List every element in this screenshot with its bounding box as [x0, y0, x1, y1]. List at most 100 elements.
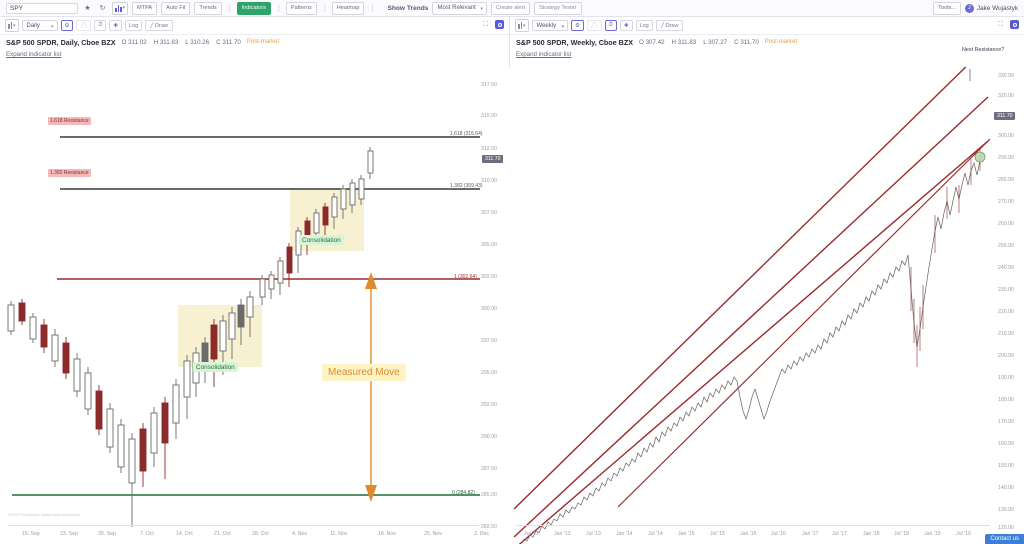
relevance-select[interactable]: Most Relevant ▾ [432, 1, 487, 15]
right-open-label: O [639, 38, 644, 46]
ry-tick-190: 190.00 [998, 375, 1014, 381]
x-tick-11: 2. Dec [474, 531, 489, 537]
create-alert-button[interactable]: Create alert [490, 1, 531, 15]
right-toolbar-right: ⛶ [998, 20, 1019, 29]
toolbar-button-trends[interactable]: Trends [194, 1, 222, 15]
right-high-value: 311.83 [677, 38, 697, 46]
ry-tick-280: 280.00 [998, 177, 1014, 183]
rx-tick-10: Jul '17 [832, 531, 847, 537]
ry-tick-120: 120.00 [998, 525, 1014, 531]
toolbar-button-mtpa[interactable]: MTPA [132, 1, 158, 15]
patterns-overflow-icon[interactable]: ⋮ [321, 5, 328, 12]
left-settings-button[interactable]: ⚙ [60, 20, 74, 31]
right-plot-area[interactable]: Next Resistance? 311.70 330.00 320.00 30… [510, 47, 1024, 544]
rx-tick-12: Jul '18 [894, 531, 909, 537]
left-draw-label: Draw [155, 22, 168, 29]
right-clock-button[interactable]: ⏱ [604, 20, 617, 31]
right-chart-svg [510, 67, 1024, 544]
right-x-axis-line [516, 525, 990, 526]
chart-panes: ▾ Daily ▾ ⚙ ╱╲ ⏱ ✚ Log ╱ Draw ⛶ S&P 500 … [0, 17, 1024, 544]
right-expand-indicator-list[interactable]: Expand indicator list [510, 49, 1024, 60]
strategy-tester-button[interactable]: Strategy Tester [534, 1, 582, 15]
annotation-measured-move: Measured Move [322, 364, 406, 381]
y-tick-285-00: 285.00 [481, 492, 497, 498]
left-open: O 311.02 [122, 39, 147, 46]
y-tick-282-50: 282.50 [481, 524, 497, 530]
current-price-marker [974, 151, 986, 163]
ry-tick-170: 170.00 [998, 419, 1014, 425]
right-layout-icon[interactable]: ▾ [515, 19, 529, 32]
left-log-scale-button[interactable]: Log [124, 20, 143, 31]
rx-tick-8: Jul '16 [771, 531, 786, 537]
camera-icon[interactable] [1010, 20, 1019, 29]
ry-tick-240: 240.00 [998, 265, 1014, 271]
left-measure-button[interactable]: ╱╲ [76, 20, 92, 31]
level-tag-1382[interactable]: 1.382 Resistance [48, 169, 91, 177]
left-timeframe-value: Daily [26, 22, 40, 29]
y-tick-287-50: 287.50 [481, 466, 497, 472]
left-chart-toolbar: ▾ Daily ▾ ⚙ ╱╲ ⏱ ✚ Log ╱ Draw ⛶ [0, 17, 509, 35]
ry-tick-260: 260.00 [998, 221, 1014, 227]
right-magnet-button[interactable]: ✚ [619, 20, 633, 31]
left-clock-button[interactable]: ⏱ [94, 20, 107, 31]
left-magnet-button[interactable]: ✚ [109, 20, 122, 31]
left-expand-indicator-list[interactable]: Expand indicator list [0, 49, 509, 60]
level-value-0: 0 (284.82) [452, 490, 475, 496]
ry-tick-210: 210.00 [998, 331, 1014, 337]
right-low: L 307.27 [703, 39, 727, 46]
ry-tick-200: 200.00 [998, 353, 1014, 359]
chart-type-picker[interactable]: ▾ [112, 1, 129, 15]
fullscreen-icon[interactable]: ⛶ [998, 21, 1006, 29]
symbol-input[interactable] [6, 2, 78, 14]
annotation-next-resistance: Next Resistance? [962, 47, 1005, 53]
right-timeframe-select[interactable]: Weekly ▾ [531, 20, 569, 31]
ry-tick-300: 300.00 [998, 133, 1014, 139]
left-low-value: 310.26 [190, 38, 210, 46]
right-settings-button[interactable]: ⚙ [571, 20, 585, 31]
y-tick-310-00: 310.00 [481, 178, 497, 184]
ry-tick-130: 130.00 [998, 507, 1014, 513]
y-tick-292-50: 292.50 [481, 402, 497, 408]
right-ohlc: O 307.42 H 311.83 L 307.27 C 311.70 [639, 39, 759, 46]
toolbar-button-auto-fit[interactable]: Auto Fit [161, 1, 191, 15]
right-low-label: L [703, 38, 707, 46]
right-draw-button[interactable]: ╱ Draw [655, 20, 684, 31]
contact-us-button[interactable]: Contact us [985, 534, 1024, 544]
y-tick-290-00: 290.00 [481, 434, 497, 440]
ry-tick-320: 320.00 [998, 93, 1014, 99]
left-close-value: 311.70 [222, 38, 241, 46]
left-open-value: 311.02 [128, 38, 147, 46]
y-tick-307-50: 307.50 [481, 210, 497, 216]
heatmap-overflow-icon[interactable]: ⋮ [368, 5, 375, 12]
camera-icon[interactable] [495, 20, 504, 29]
left-high: H 311.83 [154, 39, 179, 46]
x-tick-5: 21. Oct [214, 531, 231, 537]
left-footnote: ©2019 TrendSpider. Market data via Barch… [8, 513, 82, 517]
indicators-overflow-icon[interactable]: ⋮ [275, 5, 282, 12]
rx-tick-4: Jul '14 [648, 531, 663, 537]
right-close-label: C [734, 38, 739, 46]
right-log-scale-button[interactable]: Log [635, 20, 653, 31]
ry-tick-230: 230.00 [998, 287, 1014, 293]
left-layout-icon[interactable]: ▾ [5, 19, 19, 32]
rx-tick-3: Jan '14 [616, 531, 633, 537]
tools-button[interactable]: Tools... [933, 1, 961, 15]
right-measure-button[interactable]: ╱╲ [587, 20, 602, 31]
user-menu[interactable]: J Jake Wujastyk [964, 3, 1018, 13]
right-chart-pane: ▾ Weekly ▾ ⚙ ╱╲ ⏱ ✚ Log ╱ Draw ⛶ S&P 500… [510, 17, 1024, 544]
level-tag-1618[interactable]: 1.618 Resistance [48, 117, 91, 125]
toolbar-button-indicators[interactable]: Indicators [236, 1, 271, 15]
y-tick-317-50: 317.50 [481, 82, 497, 88]
left-low: L 310.26 [185, 39, 209, 46]
show-trends-label: Show Trends [387, 4, 429, 12]
left-timeframe-select[interactable]: Daily ▾ [21, 20, 58, 31]
refresh-icon[interactable]: ↻ [97, 3, 108, 14]
star-icon[interactable]: ★ [82, 3, 93, 14]
left-plot-area[interactable]: 1.618 Resistance 1.382 Resistance 1.618 … [0, 67, 510, 544]
left-draw-button[interactable]: ╱ Draw [145, 20, 173, 31]
trends-overflow-icon[interactable]: ⋮ [226, 5, 233, 12]
toolbar-button-heatmap[interactable]: Heatmap [331, 1, 365, 15]
toolbar-button-patterns[interactable]: Patterns [285, 1, 317, 15]
fullscreen-icon[interactable]: ⛶ [483, 21, 491, 29]
rx-tick-11: Jan '18 [863, 531, 880, 537]
